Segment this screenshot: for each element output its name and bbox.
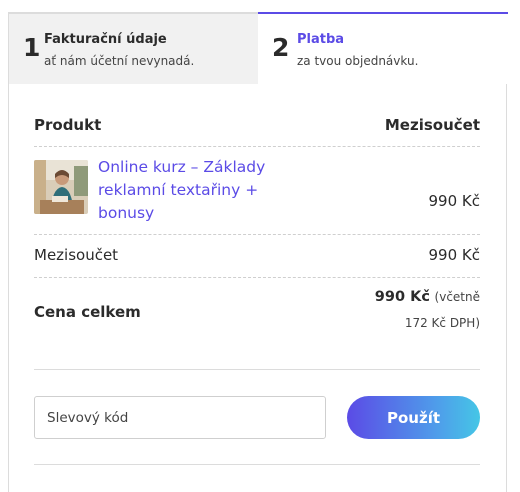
- step-number: 1: [23, 33, 41, 62]
- total-label: Cena celkem: [34, 303, 141, 321]
- checkout-card: 1 Fakturační údaje ať nám účetní nevynad…: [8, 12, 508, 492]
- total-incl-prefix: (včetně: [434, 290, 480, 304]
- total-price: 990 Kč (včetně: [375, 289, 480, 305]
- checkout-steps: 1 Fakturační údaje ať nám účetní nevynad…: [9, 12, 508, 84]
- total-value: 990 Kč: [374, 289, 430, 305]
- apply-coupon-button[interactable]: Použít: [347, 396, 480, 439]
- product-price: 990 Kč: [428, 192, 480, 210]
- step-number: 2: [272, 33, 290, 62]
- step-subtitle: ať nám účetní nevynadá.: [44, 54, 195, 68]
- step-subtitle: za tvou objednávku.: [297, 54, 419, 68]
- section-divider: [34, 464, 480, 465]
- step-billing[interactable]: 1 Fakturační údaje ať nám účetní nevynad…: [9, 12, 258, 84]
- product-link[interactable]: Online kurz – Základy reklamní textařiny…: [98, 156, 288, 225]
- step-title: Platba: [297, 32, 345, 47]
- product-thumbnail[interactable]: [34, 160, 88, 214]
- coupon-code-input[interactable]: [34, 396, 326, 439]
- column-header-product: Produkt: [34, 116, 102, 134]
- step-payment[interactable]: 2 Platba za tvou objednávku.: [258, 12, 508, 84]
- section-divider: [34, 369, 480, 370]
- subtotal-value: 990 Kč: [428, 246, 480, 264]
- row-divider: [34, 277, 480, 278]
- column-header-subtotal: Mezisoučet: [384, 116, 480, 134]
- total-tax: 172 Kč DPH): [404, 316, 480, 330]
- subtotal-label: Mezisoučet: [34, 246, 119, 264]
- row-divider: [34, 234, 480, 235]
- step-title: Fakturační údaje: [44, 32, 167, 47]
- row-divider: [34, 146, 480, 147]
